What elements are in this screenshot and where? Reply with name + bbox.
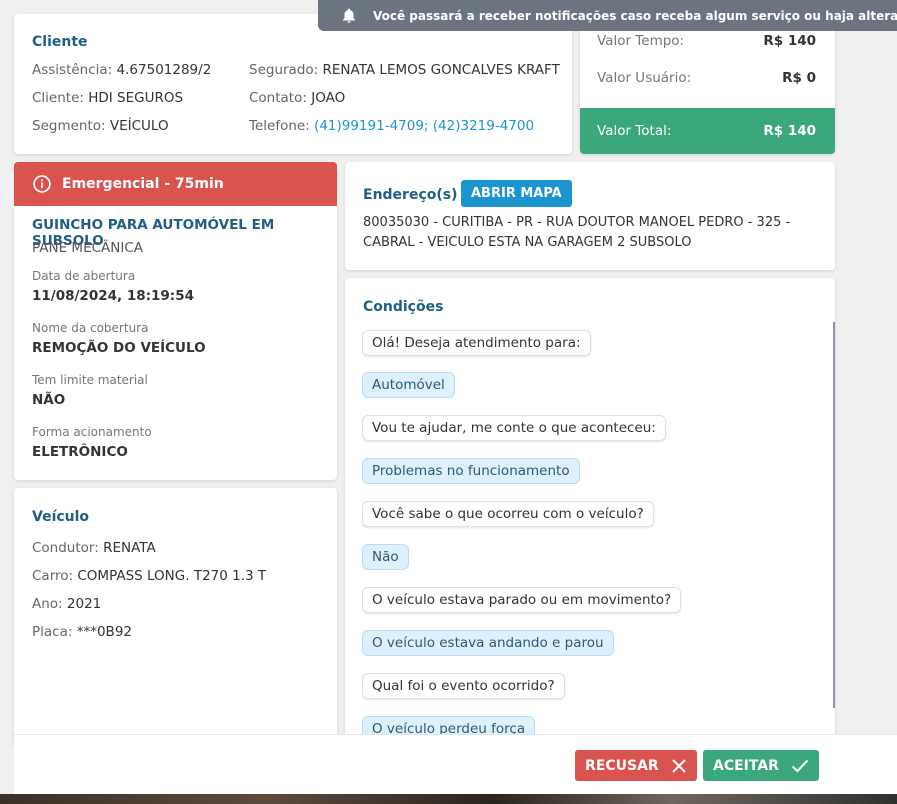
phone-row: Telefone: (41)99191-4709; (42)3219-4700 xyxy=(249,118,535,134)
chat-answer: Automóvel xyxy=(362,372,455,398)
client-name: HDI SEGUROS xyxy=(88,90,184,106)
activation-value: ELETRÔNICO xyxy=(32,444,128,460)
client-title: Cliente xyxy=(32,34,88,50)
notification-text: Você passará a receber notificações caso… xyxy=(373,8,897,23)
total-value: R$ 140 xyxy=(763,123,816,139)
car-model: COMPASS LONG. T270 1.3 T xyxy=(77,568,267,584)
chat-answer: Problemas no funcionamento xyxy=(362,458,580,484)
service-subtitle: PANE MECÂNICA xyxy=(32,240,144,256)
chat-question: Vou te ajudar, me conte o que aconteceu: xyxy=(362,415,666,441)
phone-link[interactable]: (41)99191-4709; (42)3219-4700 xyxy=(314,118,534,134)
time-value-row: Valor Tempo: R$ 140 xyxy=(597,33,816,49)
client-card: Cliente Assistência: 4.67501289/2 Client… xyxy=(14,14,572,154)
info-icon xyxy=(33,175,51,193)
conditions-card: Condições Olá! Deseja atendimento para: … xyxy=(345,278,835,748)
refuse-label: RECUSAR xyxy=(585,757,659,774)
vehicle-card: Veículo Condutor: RENATA Carro: COMPASS … xyxy=(14,488,337,748)
driver-name: RENATA xyxy=(103,540,156,556)
activation-label: Forma acionamento xyxy=(32,425,152,439)
material-limit-value: NÃO xyxy=(32,392,66,408)
user-value-row: Valor Usuário: R$ 0 xyxy=(597,70,816,86)
emergency-banner: Emergencial - 75min xyxy=(14,162,337,206)
open-map-button[interactable]: ABRIR MAPA xyxy=(461,180,572,207)
values-card: Valor Tempo: R$ 140 Valor Usuário: R$ 0 … xyxy=(580,14,835,154)
background-wallpaper xyxy=(0,794,897,804)
time-value: R$ 140 xyxy=(763,33,816,49)
user-value: R$ 0 xyxy=(782,70,816,86)
check-icon xyxy=(791,759,809,772)
vehicle-title: Veículo xyxy=(32,509,90,525)
address-line-2: CABRAL - VEICULO ESTA NA GARAGEM 2 SUBSO… xyxy=(363,235,692,250)
year-row: Ano: 2021 xyxy=(32,596,102,612)
chat-question: O veículo estava parado ou em movimento? xyxy=(362,587,682,613)
conditions-title: Condições xyxy=(363,299,444,315)
segment-value: VEÍCULO xyxy=(109,118,169,134)
bell-icon xyxy=(343,8,355,23)
action-footer: RECUSAR ACEITAR xyxy=(14,734,897,794)
client-row: Cliente: HDI SEGUROS xyxy=(32,90,184,106)
contact-name: JOAO xyxy=(311,90,346,106)
coverage-value: REMOÇÃO DO VEÍCULO xyxy=(32,340,206,356)
accept-button[interactable]: ACEITAR xyxy=(703,750,819,781)
car-plate: ***0B92 xyxy=(76,624,132,640)
assistance-row: Assistência: 4.67501289/2 xyxy=(32,62,212,78)
chat-answer: Não xyxy=(362,544,409,570)
address-card: Endereço(s) ABRIR MAPA 80035030 - CURITI… xyxy=(345,162,835,270)
chat-answer: O veículo estava andando e parou xyxy=(362,630,614,656)
service-card: GUINCHO PARA AUTOMÓVEL EM SUBSOLO PANE M… xyxy=(14,206,337,480)
material-limit-label: Tem limite material xyxy=(32,373,148,387)
address-line-1: 80035030 - CURITIBA - PR - RUA DOUTOR MA… xyxy=(363,215,791,230)
accept-label: ACEITAR xyxy=(713,757,779,774)
insured-row: Segurado: RENATA LEMOS GONCALVES KRAFT xyxy=(249,62,560,78)
notification-toast: Você passará a receber notificações caso… xyxy=(318,0,897,31)
coverage-label: Nome da cobertura xyxy=(32,321,149,335)
address-title: Endereço(s) xyxy=(363,187,458,203)
emergency-text: Emergencial - 75min xyxy=(62,176,224,192)
opening-date-label: Data de abertura xyxy=(32,269,136,283)
refuse-button[interactable]: RECUSAR xyxy=(575,750,697,781)
car-year: 2021 xyxy=(66,596,102,612)
opening-date-value: 11/08/2024, 18:19:54 xyxy=(32,288,194,304)
segment-row: Segmento: VEÍCULO xyxy=(32,118,169,134)
chat-question: Qual foi o evento ocorrido? xyxy=(362,673,565,699)
plate-row: Placa: ***0B92 xyxy=(32,624,132,640)
car-row: Carro: COMPASS LONG. T270 1.3 T xyxy=(32,568,267,584)
conditions-scrollbar[interactable] xyxy=(833,322,835,708)
chat-question: Olá! Deseja atendimento para: xyxy=(362,330,591,356)
contact-row: Contato: JOAO xyxy=(249,90,346,106)
assistance-number: 4.67501289/2 xyxy=(116,62,212,78)
conditions-chat[interactable]: Olá! Deseja atendimento para: Automóvel … xyxy=(362,324,835,748)
insured-name: RENATA LEMOS GONCALVES KRAFT xyxy=(322,62,560,78)
close-icon xyxy=(671,758,686,773)
chat-question: Você sabe o que ocorreu com o veículo? xyxy=(362,501,654,527)
total-value-row: Valor Total: R$ 140 xyxy=(580,108,835,154)
driver-row: Condutor: RENATA xyxy=(32,540,156,556)
